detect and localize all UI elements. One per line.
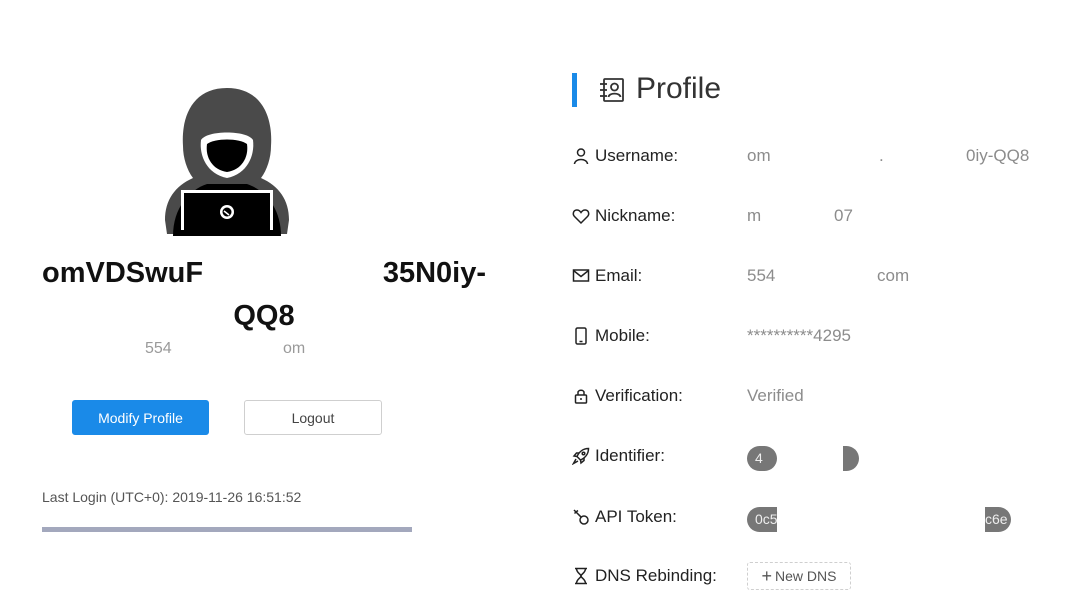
field-value: **********4295	[747, 326, 851, 345]
mobile-phone-icon	[575, 327, 587, 345]
field-value: Verified	[747, 386, 804, 405]
user-icon	[573, 148, 589, 165]
field-identifier: Identifier: 4	[572, 443, 1062, 471]
value-fragment: 554	[747, 266, 776, 285]
value-fragment: 0iy-QQ8	[966, 146, 1030, 165]
field-label: Verification:	[595, 386, 683, 405]
key-icon	[573, 509, 589, 525]
field-username: Username: om . 0iy-QQ8	[572, 143, 1062, 167]
identifier-badge-end	[843, 446, 859, 471]
email-fragment: 554	[145, 340, 172, 357]
envelope-icon	[572, 269, 590, 282]
modify-profile-button[interactable]: Modify Profile	[72, 400, 209, 435]
contact-card-icon	[600, 78, 624, 102]
field-email: Email: 554 com	[572, 263, 1062, 287]
profile-email: 554 om	[145, 340, 305, 358]
progress-bar	[42, 527, 412, 532]
plus-icon: +	[761, 566, 773, 586]
field-label: API Token:	[595, 507, 677, 526]
section-accent-bar	[572, 73, 577, 107]
username-fragment: omVDSwuF	[42, 257, 204, 289]
new-dns-label: New DNS	[775, 568, 837, 584]
field-label: Username:	[595, 146, 679, 165]
field-label: Email:	[595, 266, 643, 285]
field-label: Nickname:	[595, 206, 676, 225]
hourglass-icon	[575, 567, 587, 585]
rocket-icon	[572, 447, 590, 465]
email-fragment: om	[283, 340, 306, 357]
value-fragment: .	[879, 146, 884, 165]
field-api-token: API Token: 0c5 c6e	[572, 504, 1062, 532]
logout-button[interactable]: Logout	[244, 400, 382, 435]
field-nickname: Nickname: m 07	[572, 203, 1062, 227]
lock-icon	[574, 389, 588, 404]
api-token-badge: 0c5	[747, 507, 778, 532]
progress-bar-fill	[42, 527, 412, 532]
field-verification: Verification: Verified	[572, 383, 1062, 407]
field-label: Mobile:	[595, 326, 650, 345]
value-fragment: m	[747, 206, 762, 225]
new-dns-button[interactable]: + New DNS	[747, 562, 851, 590]
field-dns-rebinding: DNS Rebinding: + New DNS	[572, 562, 1062, 590]
heart-icon	[572, 209, 590, 225]
field-label: Identifier:	[595, 446, 665, 465]
identifier-badge: 4	[747, 446, 777, 471]
username-fragment: QQ8	[233, 300, 295, 332]
value-fragment: com	[877, 266, 910, 285]
username-fragment: 35N0iy-	[382, 257, 486, 289]
hacker-avatar-icon	[165, 88, 289, 236]
api-token-badge-end: c6e	[985, 507, 1011, 532]
last-login-text: Last Login (UTC+0): 2019-11-26 16:51:52	[42, 489, 302, 505]
field-mobile: Mobile: **********4295	[572, 323, 1062, 347]
field-label: DNS Rebinding:	[595, 566, 717, 585]
value-fragment: 07	[834, 206, 853, 225]
value-fragment: om	[747, 146, 771, 165]
section-title: Profile	[636, 72, 722, 105]
